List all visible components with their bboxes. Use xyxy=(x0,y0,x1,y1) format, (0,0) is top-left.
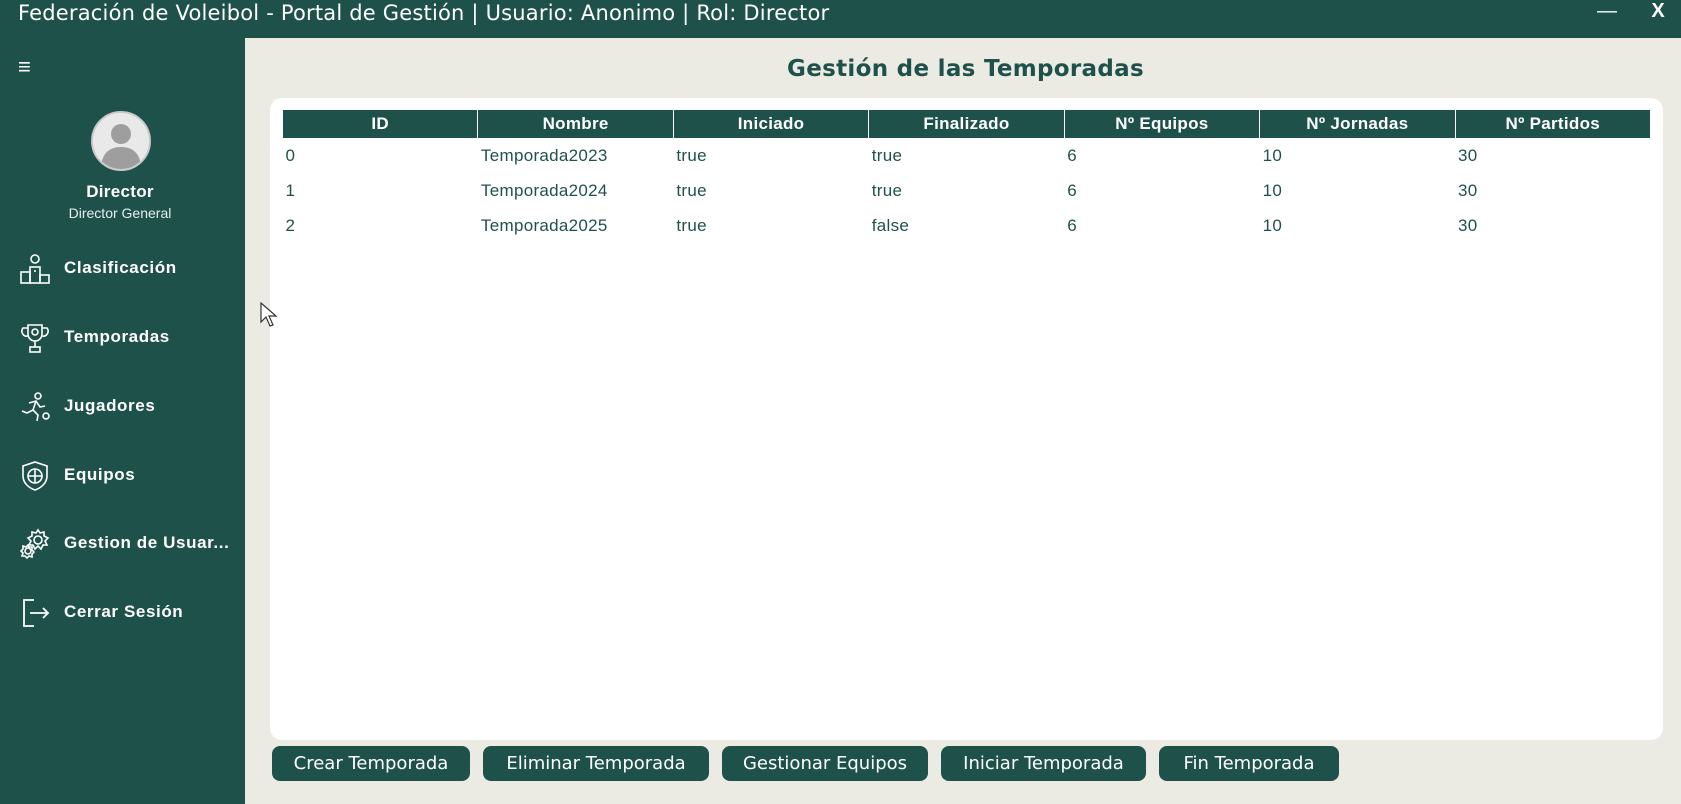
sidebar-item-label: Gestion de Usuar... xyxy=(64,533,230,552)
column-header-id[interactable]: ID xyxy=(281,110,479,138)
end-season-button[interactable]: Fin Temporada xyxy=(1159,746,1339,781)
seasons-table: ID Nombre Iniciado Finalizado Nº Equipos… xyxy=(281,110,1652,243)
logout-icon xyxy=(23,599,50,627)
sidebar-item-temporadas[interactable]: Temporadas xyxy=(0,313,245,363)
cell-iniciado: true xyxy=(676,180,707,200)
sidebar-item-label: Jugadores xyxy=(64,396,156,415)
sidebar-item-cerrar-sesion[interactable]: Cerrar Sesión xyxy=(0,588,245,638)
cell-equipos: 6 xyxy=(1067,180,1077,200)
window-title: Federación de Voleibol - Portal de Gesti… xyxy=(18,1,830,25)
cell-nombre: Temporada2025 xyxy=(480,215,608,235)
sidebar-item-clasificacion[interactable]: Clasificación xyxy=(0,244,245,294)
avatar xyxy=(91,111,151,171)
create-season-button[interactable]: Crear Temporada xyxy=(272,746,470,781)
cell-iniciado: true xyxy=(676,145,707,165)
cell-finalizado: true xyxy=(871,180,903,200)
table-header-row: ID Nombre Iniciado Finalizado Nº Equipos… xyxy=(281,110,1652,138)
sidebar-item-jugadores[interactable]: Jugadores xyxy=(0,382,245,432)
gear-users-icon xyxy=(19,528,50,560)
manage-teams-button[interactable]: Gestionar Equipos xyxy=(722,746,928,781)
close-button[interactable]: X xyxy=(1646,0,1670,30)
cell-id: 2 xyxy=(285,215,296,235)
sidebar: ≡ Director Director General Clasificació… xyxy=(0,38,245,804)
start-season-button[interactable]: Iniciar Temporada xyxy=(941,746,1146,781)
sidebar-item-label: Clasificación xyxy=(64,258,177,277)
cell-id: 1 xyxy=(285,180,296,200)
cell-equipos: 6 xyxy=(1067,215,1077,235)
sidebar-item-label: Cerrar Sesión xyxy=(64,602,184,621)
hamburger-menu-icon[interactable]: ≡ xyxy=(18,54,31,80)
sidebar-item-gestion-usuarios[interactable]: Gestion de Usuar... xyxy=(0,519,245,569)
player-kick-icon xyxy=(21,392,50,422)
column-header-jornadas[interactable]: Nº Jornadas xyxy=(1259,110,1456,138)
sidebar-item-label: Equipos xyxy=(64,465,136,484)
cell-finalizado: false xyxy=(871,215,910,235)
cell-partidos: 30 xyxy=(1458,180,1478,200)
column-header-partidos[interactable]: Nº Partidos xyxy=(1454,110,1652,138)
cell-nombre: Temporada2024 xyxy=(480,180,608,200)
table-row[interactable]: 1 Temporada2024 true true 6 10 30 xyxy=(283,173,1651,208)
profile-role: Director General xyxy=(68,205,172,221)
cell-partidos: 30 xyxy=(1458,145,1478,165)
column-header-iniciado[interactable]: Iniciado xyxy=(672,110,870,138)
cell-finalizado: true xyxy=(871,145,903,165)
cell-equipos: 6 xyxy=(1067,145,1077,165)
column-header-finalizado[interactable]: Finalizado xyxy=(868,110,1065,138)
column-header-nombre[interactable]: Nombre xyxy=(477,110,674,138)
main-content: Gestión de las Temporadas ID Nombre Inic… xyxy=(245,38,1681,804)
cell-jornadas: 10 xyxy=(1262,145,1283,165)
profile-name: Director xyxy=(86,182,154,201)
cell-iniciado: true xyxy=(676,215,707,235)
table-panel: ID Nombre Iniciado Finalizado Nº Equipos… xyxy=(270,98,1663,740)
sidebar-item-label: Temporadas xyxy=(64,327,170,346)
cell-nombre: Temporada2023 xyxy=(480,145,608,165)
minimize-button[interactable]: — xyxy=(1592,0,1622,30)
team-badge-icon xyxy=(22,461,48,491)
cell-jornadas: 10 xyxy=(1262,215,1283,235)
sidebar-item-equipos[interactable]: Equipos xyxy=(0,451,245,501)
table-row[interactable]: 0 Temporada2023 true true 6 10 30 xyxy=(283,138,1651,173)
user-silhouette-icon xyxy=(93,113,149,169)
delete-season-button[interactable]: Eliminar Temporada xyxy=(483,746,709,781)
title-bar: Federación de Voleibol - Portal de Gesti… xyxy=(0,0,1681,38)
mouse-cursor-icon xyxy=(260,302,278,327)
page-title: Gestión de las Temporadas xyxy=(787,56,1144,82)
podium-icon xyxy=(20,254,50,284)
cell-jornadas: 10 xyxy=(1262,180,1283,200)
cell-id: 0 xyxy=(285,145,296,165)
column-header-equipos[interactable]: Nº Equipos xyxy=(1063,110,1261,138)
table-row[interactable]: 2 Temporada2025 true false 6 10 30 xyxy=(283,208,1651,243)
cell-partidos: 30 xyxy=(1458,215,1478,235)
trophy-icon xyxy=(21,324,49,353)
